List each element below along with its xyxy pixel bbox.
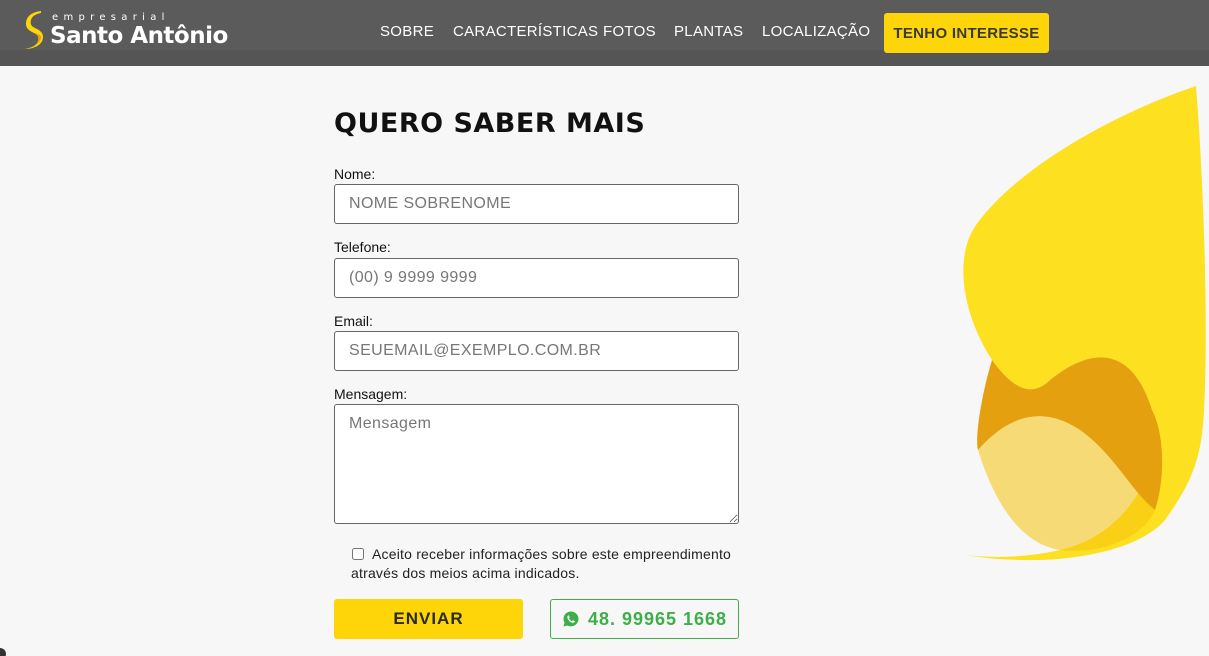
email-input[interactable]: [334, 331, 739, 371]
logo-mark-icon: [25, 11, 43, 49]
site-logo[interactable]: empresarial Santo Antônio: [24, 10, 228, 50]
consent-line-1: Aceito receber informações sobre este em…: [372, 546, 732, 562]
site-header: empresarial Santo Antônio SOBRE CARACTER…: [0, 0, 1209, 66]
brand-ribbon-graphic: [963, 86, 1206, 561]
name-input[interactable]: [334, 184, 739, 224]
phone-label: Telefone:: [334, 239, 391, 255]
name-label: Nome:: [334, 166, 376, 182]
whatsapp-icon: [563, 611, 579, 627]
consent-text: Aceito receber informações sobre este em…: [351, 545, 732, 583]
email-label: Email:: [334, 313, 373, 329]
nav-plantas[interactable]: PLANTAS: [674, 23, 743, 40]
whatsapp-button[interactable]: 48. 99965 1668: [550, 599, 739, 639]
nav-localizacao[interactable]: LOCALIZAÇÃO: [762, 23, 870, 40]
logo-tagline: empresarial: [52, 11, 170, 23]
corner-dot: [0, 648, 6, 656]
form-title: QUERO SABER MAIS: [334, 108, 646, 139]
phone-input[interactable]: [334, 258, 739, 298]
consent-row: Aceito receber informações sobre este em…: [348, 545, 748, 583]
whatsapp-number: 48. 99965 1668: [587, 608, 728, 629]
message-label: Mensagem:: [334, 386, 408, 402]
message-textarea[interactable]: [334, 404, 739, 524]
logo-text: empresarial Santo Antônio: [50, 11, 228, 49]
consent-line-2: através dos meios acima indicados.: [351, 565, 580, 581]
logo-name: Santo Antônio: [50, 22, 228, 49]
nav-sobre[interactable]: SOBRE: [380, 23, 434, 40]
tenho-interesse-button[interactable]: TENHO INTERESSE: [884, 13, 1049, 53]
enviar-button[interactable]: ENVIAR: [334, 599, 523, 639]
nav-fotos[interactable]: FOTOS: [603, 23, 656, 40]
consent-checkbox[interactable]: [352, 548, 364, 560]
nav-caracteristicas[interactable]: CARACTERÍSTICAS: [453, 23, 598, 40]
